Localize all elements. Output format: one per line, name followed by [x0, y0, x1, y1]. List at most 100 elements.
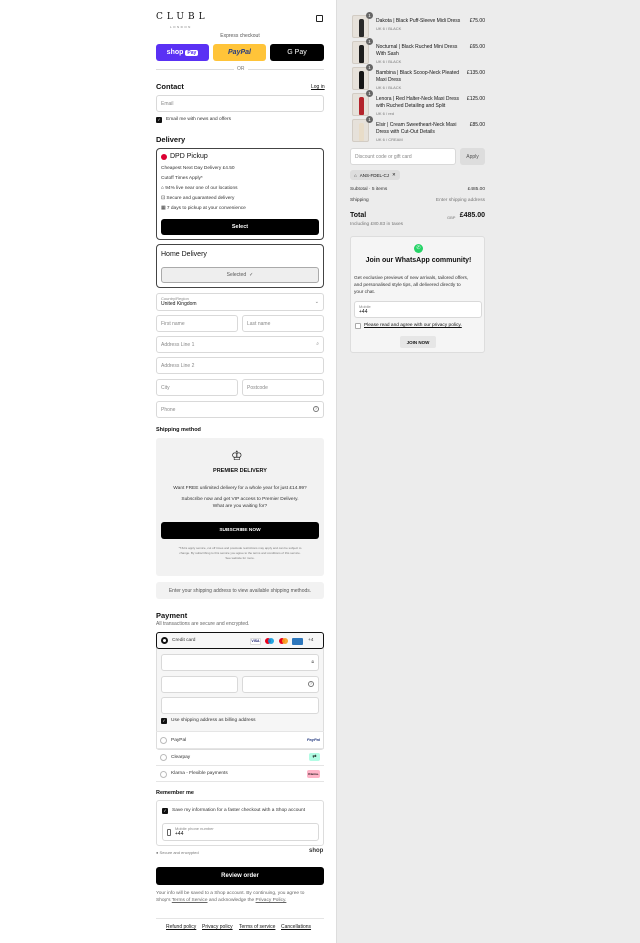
help-icon[interactable]: ?: [308, 681, 314, 687]
city-field[interactable]: City: [156, 379, 238, 396]
brand-logo[interactable]: CLUBL: [156, 12, 209, 22]
quantity-badge: 1: [366, 64, 373, 71]
payment-secure-text: All transactions are secure and encrypte…: [156, 621, 250, 627]
name-on-card-field[interactable]: [161, 697, 319, 714]
product-price: £135.00: [466, 70, 485, 76]
billing-same-checkbox[interactable]: ✓: [161, 718, 167, 724]
privacy-policy-link[interactable]: Privacy Policy.: [256, 898, 287, 903]
phone-field[interactable]: Phone ?: [156, 401, 324, 418]
card-fields-area: 🔒︎ ? ✓ Use shipping address as billing a…: [157, 649, 323, 731]
footer-refund-link[interactable]: Refund policy: [166, 924, 196, 930]
home-delivery-selected-button[interactable]: Selected ✓: [161, 267, 319, 283]
total-value: £485.00: [459, 212, 485, 219]
first-name-field[interactable]: First name: [156, 315, 238, 332]
delivery-heading: Delivery: [156, 135, 186, 144]
whatsapp-mobile-value: +44: [359, 309, 368, 315]
dpd-select-button[interactable]: Select: [161, 219, 319, 235]
more-cards-badge: +4: [308, 638, 314, 643]
product-thumbnail: [352, 93, 369, 116]
subscribe-now-button[interactable]: SUBSCRIBE NOW: [161, 522, 319, 539]
product-variant: UK 6 / BLACK: [376, 26, 402, 31]
lock-icon: ●: [156, 850, 159, 855]
dpd-logo-icon: [161, 154, 167, 160]
news-checkbox[interactable]: ✓: [156, 117, 162, 123]
location-icon: ⌂: [161, 186, 164, 191]
dpd-cutoff: Cutoff Times Apply*: [161, 176, 203, 181]
mobile-phone-value: +44: [175, 831, 184, 837]
secure-encrypted-label: Secure and encrypted: [159, 850, 199, 855]
checkout-page: CLUBL LONDON Express checkout shop Pay P…: [0, 0, 640, 943]
address-line-1-field[interactable]: Address Line 1 ⌕: [156, 336, 324, 353]
quantity-badge: 1: [366, 90, 373, 97]
fine-print-3: See website for more.: [225, 556, 255, 560]
google-pay-button[interactable]: G Pay: [270, 44, 324, 61]
mobile-phone-field[interactable]: Mobile phone number +44: [162, 823, 319, 841]
terms-of-service-link[interactable]: Terms of Service: [172, 898, 208, 903]
product-thumbnail: [352, 41, 369, 64]
premier-line-1: Want FREE unlimited delivery for a whole…: [173, 486, 307, 491]
last-name-field[interactable]: Last name: [242, 315, 324, 332]
discount-code-field[interactable]: Discount code or gift card: [350, 148, 456, 165]
home-delivery-option[interactable]: Home Delivery Selected ✓: [156, 244, 324, 288]
postcode-field[interactable]: Postcode: [242, 379, 324, 396]
review-order-button[interactable]: Review order: [156, 867, 324, 885]
subtotal-label: Subtotal · 5 items: [350, 187, 388, 192]
cart-bag-icon[interactable]: [316, 15, 323, 22]
card-number-field[interactable]: 🔒︎: [161, 654, 319, 671]
contact-heading: Contact: [156, 82, 184, 91]
paypal-radio[interactable]: [160, 737, 167, 744]
remove-discount-icon[interactable]: ✕: [392, 172, 396, 178]
help-icon[interactable]: ?: [313, 406, 319, 412]
whatsapp-mobile-field[interactable]: Mobile +44: [354, 301, 482, 318]
product-name: Dakota | Black Puff-Sleeve Midi Dress: [376, 18, 461, 24]
klarna-option[interactable]: Klarna - Flexible payments Klarna.: [156, 765, 324, 782]
dpd-bullet-2-text: Secure and guaranteed delivery: [166, 196, 235, 201]
product-figure: [359, 97, 364, 115]
credit-card-radio[interactable]: [161, 637, 168, 644]
dpd-pickup-option[interactable]: DPD Pickup Cheapest Next Day Delivery £4…: [156, 148, 324, 240]
footer-cancellations-link[interactable]: Cancellations: [281, 924, 311, 930]
dpd-title: DPD Pickup: [170, 153, 208, 160]
dpd-bullet-1-text: 94% live near one of our locations: [165, 186, 238, 191]
address-line-2-field[interactable]: Address Line 2: [156, 357, 324, 374]
tag-icon: ⌂: [354, 172, 357, 178]
shipping-method-heading: Shipping method: [156, 427, 201, 433]
footer-terms-link[interactable]: Terms of service: [239, 924, 275, 930]
security-code-field[interactable]: ?: [242, 676, 319, 693]
email-field[interactable]: Email: [156, 95, 324, 112]
product-variant: UK 6 / BLACK: [376, 59, 402, 64]
quantity-badge: 1: [366, 12, 373, 19]
maestro-icon: [278, 638, 289, 645]
klarna-radio[interactable]: [160, 771, 167, 778]
whatsapp-agree-checkbox[interactable]: [355, 323, 361, 329]
credit-card-option[interactable]: Credit card VISA +4: [156, 632, 324, 649]
country-select[interactable]: Country/Region United Kingdom ⌄: [156, 293, 324, 311]
shop-pay-button[interactable]: shop Pay: [156, 44, 209, 61]
klarna-label: Klarna - Flexible payments: [171, 771, 228, 776]
join-now-button[interactable]: JOIN NOW: [400, 336, 436, 348]
whatsapp-panel: ✆ Join our WhatsApp community! Get exclu…: [350, 236, 485, 353]
login-link[interactable]: Log in: [311, 84, 325, 90]
country-value: United Kingdom: [161, 301, 197, 307]
expiry-field[interactable]: [161, 676, 238, 693]
paypal-express-button[interactable]: PayPal: [213, 44, 266, 61]
dpd-bullet-2: ⊡ Secure and guaranteed delivery: [161, 196, 234, 201]
footer-privacy-link[interactable]: Privacy policy: [202, 924, 233, 930]
whatsapp-text-2: and personalised style tips, all deliver…: [354, 283, 461, 288]
or-text: OR: [234, 66, 248, 72]
clearpay-option[interactable]: Clearpay ⇄: [156, 748, 324, 765]
whatsapp-icon: ✆: [414, 244, 423, 253]
whatsapp-privacy-link[interactable]: Please read and agree with our privacy p…: [364, 323, 462, 328]
lock-icon: ⊡: [161, 196, 166, 201]
product-variant: UK 6 / BLACK: [376, 85, 402, 90]
remember-me-box: ✓ Save my information for a faster check…: [156, 800, 324, 846]
paypal-option[interactable]: PayPal PayPal: [156, 731, 324, 748]
premier-line-3: What are you waiting for?: [212, 504, 268, 509]
apply-discount-button[interactable]: Apply: [460, 148, 485, 165]
clearpay-radio[interactable]: [160, 754, 167, 761]
paypal-logo-icon: PayPal: [306, 737, 320, 742]
shipping-value: Enter shipping address: [435, 198, 485, 203]
save-info-checkbox[interactable]: ✓: [162, 808, 168, 814]
quantity-badge: 1: [366, 116, 373, 123]
product-thumbnail: [352, 119, 369, 142]
